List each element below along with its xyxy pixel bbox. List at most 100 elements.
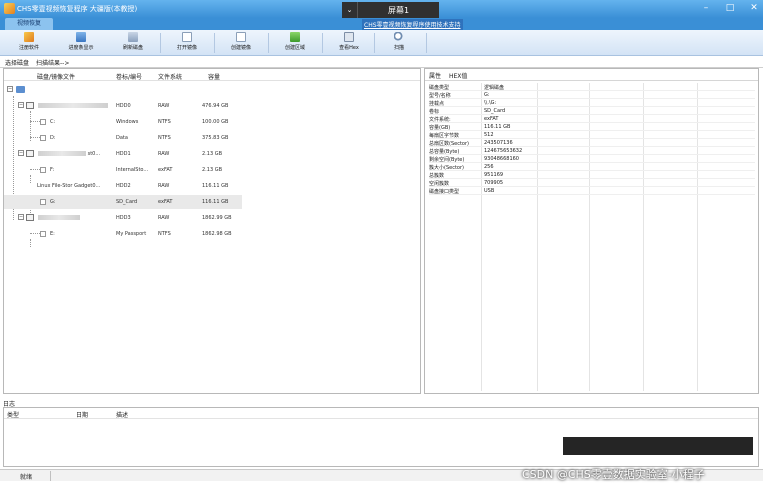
cell-size: 100.00 GB: [202, 119, 229, 125]
property-value: 93048668160: [484, 156, 519, 162]
tree-row-partition[interactable]: F: InternalSto... exFAT 2.13 GB: [4, 163, 242, 177]
tab-select-disk[interactable]: 选择磁盘: [5, 58, 29, 67]
collapse-icon[interactable]: −: [7, 86, 13, 92]
property-key: 挂载点: [429, 101, 445, 107]
tab-hex[interactable]: HEX值: [449, 71, 467, 80]
hex-icon: [344, 32, 354, 42]
property-key: 磁盘接口类型: [429, 189, 460, 195]
disk-icon: [26, 214, 34, 221]
property-value: G:: [484, 92, 490, 98]
tree-row-disk[interactable]: − HDD0 RAW 476.94 GB: [4, 99, 242, 113]
tab-video-recovery[interactable]: 视频恢复: [5, 18, 53, 30]
tree-row-disk[interactable]: − HDD3 RAW 1862.99 GB: [4, 211, 242, 225]
cell-name: st0...: [38, 151, 100, 157]
column-header[interactable]: 卷标/编号: [116, 72, 142, 81]
cell-label: Data: [116, 135, 128, 141]
property-row: 每扇区字节数 512: [429, 131, 755, 139]
refresh-button[interactable]: 刷新磁盘: [108, 32, 158, 54]
property-value: 951169: [484, 172, 504, 178]
magnifier-icon: [394, 32, 404, 42]
disk-name-redacted: [38, 103, 108, 109]
tree-row-partition[interactable]: D: Data NTFS 375.83 GB: [4, 131, 242, 145]
cell-name: C:: [50, 119, 56, 125]
new-image-icon: [236, 32, 246, 42]
partition-icon: [40, 167, 46, 173]
tab-scan-results[interactable]: 扫描结果-->: [36, 58, 69, 67]
toolbar-divider: [426, 33, 427, 53]
view-tabs: 选择磁盘 扫描结果-->: [0, 56, 763, 68]
collapse-icon[interactable]: −: [18, 214, 24, 220]
screen-share-bar[interactable]: ⌄ 屏幕1: [342, 2, 439, 18]
create-region-button[interactable]: 创建区域: [270, 32, 320, 54]
tree-row-partition-selected[interactable]: G: SD_Card exFAT 116.11 GB: [4, 195, 242, 209]
property-value: SD_Card: [484, 108, 506, 114]
register-label: 注册软件: [18, 45, 39, 51]
log-column-header[interactable]: 日期: [76, 410, 88, 419]
disk-icon: [26, 150, 34, 157]
tree-row-partition[interactable]: E: My Passport NTFS 1862.98 GB: [4, 227, 242, 241]
collapse-icon[interactable]: −: [18, 150, 24, 156]
property-row: 剩余空间(Byte) 93048668160: [429, 155, 755, 163]
cell-size: 476.94 GB: [202, 103, 229, 109]
cell-label: HDD0: [116, 103, 131, 109]
disk-name-redacted: [38, 215, 80, 221]
register-button[interactable]: 注册软件: [4, 32, 54, 54]
progress-label: 进度条显示: [68, 45, 94, 51]
cell-fs: RAW: [158, 151, 170, 157]
property-key: 剩余空间(Byte): [429, 157, 465, 163]
tree-row-partition[interactable]: C: Windows NTFS 100.00 GB: [4, 115, 242, 129]
chevron-down-icon[interactable]: ⌄: [342, 2, 358, 18]
cell-size: 116.11 GB: [202, 199, 229, 205]
property-row: 挂载点 \\.\G:: [429, 99, 755, 107]
watermark: CSDN @CHS零壹数据实验室-小程子: [522, 468, 705, 481]
tree-row-disk[interactable]: − st0... HDD1 RAW 2.13 GB: [4, 147, 242, 161]
log-column-header[interactable]: 描述: [116, 410, 128, 419]
column-header[interactable]: 磁盘/镜像文件: [37, 72, 75, 81]
cell-name: G:: [50, 199, 56, 205]
property-key: 型号/名称: [429, 93, 451, 99]
toolbar-divider: [160, 33, 161, 53]
log-column-header[interactable]: 类型: [7, 410, 19, 419]
view-hex-button[interactable]: 查看Hex: [324, 32, 374, 54]
cell-fs: RAW: [158, 103, 170, 109]
minimize-button[interactable]: –: [701, 2, 711, 14]
progress-button[interactable]: 进度条显示: [56, 32, 106, 54]
property-value: exFAT: [484, 116, 499, 122]
create-image-button[interactable]: 创建镜像: [216, 32, 266, 54]
property-row: 空闲簇数 709905: [429, 179, 755, 187]
open-file-icon: [182, 32, 192, 42]
create-region-label: 创建区域: [284, 45, 305, 51]
region-icon: [290, 32, 300, 42]
maximize-button[interactable]: □: [725, 2, 735, 14]
column-header[interactable]: 容量: [208, 72, 220, 81]
property-key: 卷标: [429, 109, 440, 115]
refresh-label: 刷新磁盘: [122, 45, 143, 51]
tree-row-disk[interactable]: Linux File-Stor Gadget0... HDD2 RAW 116.…: [4, 179, 242, 193]
open-image-label: 打开镜像: [176, 45, 197, 51]
property-value: 709905: [484, 180, 504, 186]
screen-label: 屏幕1: [387, 5, 410, 15]
partition-icon: [40, 231, 46, 237]
open-image-button[interactable]: 打开镜像: [162, 32, 212, 54]
tab-properties[interactable]: 属性: [429, 71, 441, 80]
window-title: CHS零壹视频恢复程序 大疆版(本教授): [17, 5, 138, 13]
collapse-icon[interactable]: −: [18, 102, 24, 108]
disk-tree-panel: 磁盘/镜像文件 卷标/编号 文件系统 容量 − − HDD0 RAW 476.9…: [3, 68, 421, 394]
properties-tabs: 属性 HEX值: [425, 69, 758, 81]
view-hex-label: 查看Hex: [339, 45, 359, 51]
property-value: 逻辑磁盘: [484, 85, 505, 91]
log-header: 类型 日期 描述: [4, 408, 758, 419]
property-row: 磁盘类型 逻辑磁盘: [429, 83, 755, 91]
tree-header: 磁盘/镜像文件 卷标/编号 文件系统 容量: [4, 69, 420, 81]
cell-label: HDD2: [116, 183, 131, 189]
property-row: 磁盘接口类型 USB: [429, 187, 755, 195]
property-key: 每扇区字节数: [429, 133, 460, 139]
column-header[interactable]: 文件系统: [158, 72, 182, 81]
help-link[interactable]: CHS零壹视频恢复程序使用技术支持: [362, 19, 463, 30]
partition-icon: [40, 199, 46, 205]
toolbar-divider: [214, 33, 215, 53]
tree-row-root[interactable]: −: [4, 83, 242, 97]
close-button[interactable]: ✕: [749, 2, 759, 14]
property-key: 总扇区数(Sector): [429, 141, 469, 147]
scan-button[interactable]: 扫描: [374, 32, 424, 54]
